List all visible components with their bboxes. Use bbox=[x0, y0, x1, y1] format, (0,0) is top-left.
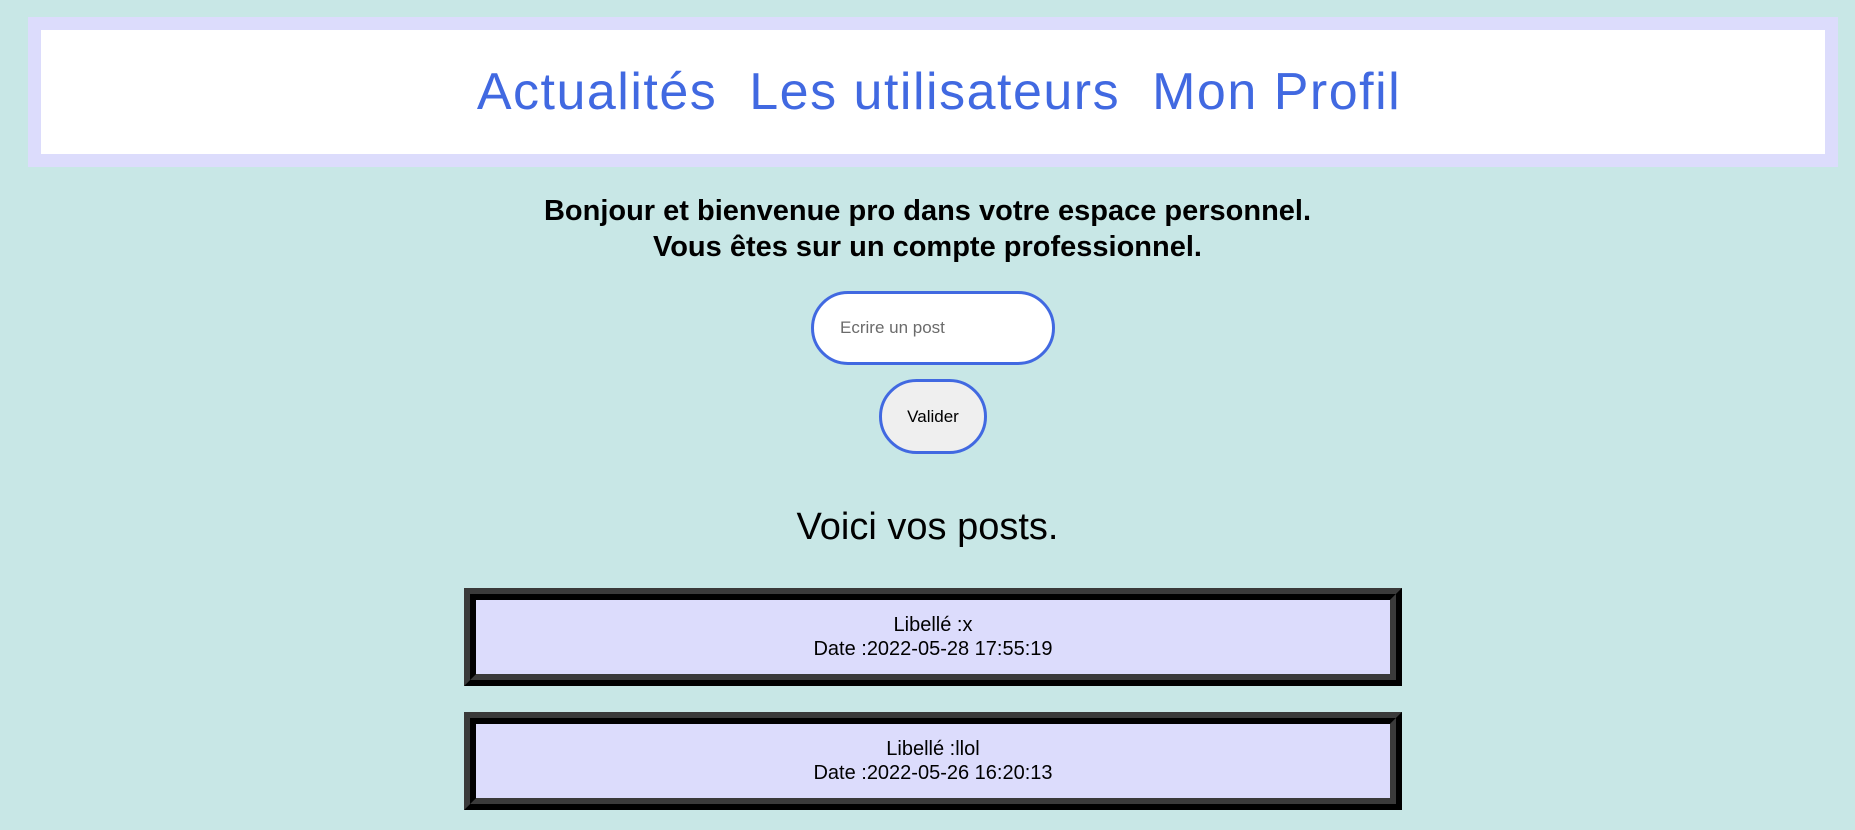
post-card: Libellé : x Date :2022-05-28 17:55:19 bbox=[464, 588, 1402, 686]
top-navigation: Actualités Les utilisateurs Mon Profil bbox=[28, 17, 1838, 167]
post-label-prefix: Libellé : bbox=[886, 738, 956, 760]
post-label-prefix: Libellé : bbox=[893, 614, 963, 636]
post-date: 2022-05-28 17:55:19 bbox=[866, 638, 1053, 660]
posts-section-title: Voici vos posts. bbox=[796, 506, 1059, 548]
post-date-line: Date :2022-05-28 17:55:19 bbox=[813, 637, 1052, 661]
post-date-prefix: Date : bbox=[813, 762, 867, 784]
post-date: 2022-05-26 16:20:13 bbox=[866, 762, 1053, 784]
nav-bar: Actualités Les utilisateurs Mon Profil bbox=[41, 30, 1825, 154]
nav-link-mon-profil[interactable]: Mon Profil bbox=[1152, 62, 1401, 122]
post-label: llol bbox=[955, 738, 980, 760]
post-label-line: Libellé : llol bbox=[886, 737, 979, 761]
welcome-message: Bonjour et bienvenue pro dans votre espa… bbox=[543, 195, 1312, 227]
submit-post-button[interactable]: Valider bbox=[879, 379, 987, 454]
post-label-line: Libellé : x bbox=[894, 613, 973, 637]
post-date-prefix: Date : bbox=[813, 638, 867, 660]
account-type-message: Vous êtes sur un compte professionnel. bbox=[653, 231, 1202, 263]
post-card: Libellé : llol Date :2022-05-26 16:20:13 bbox=[464, 712, 1402, 810]
write-post-input[interactable] bbox=[811, 291, 1055, 365]
nav-link-utilisateurs[interactable]: Les utilisateurs bbox=[749, 62, 1120, 122]
nav-link-actualites[interactable]: Actualités bbox=[477, 62, 717, 122]
post-date-line: Date :2022-05-26 16:20:13 bbox=[813, 761, 1052, 785]
post-label: x bbox=[962, 614, 973, 636]
